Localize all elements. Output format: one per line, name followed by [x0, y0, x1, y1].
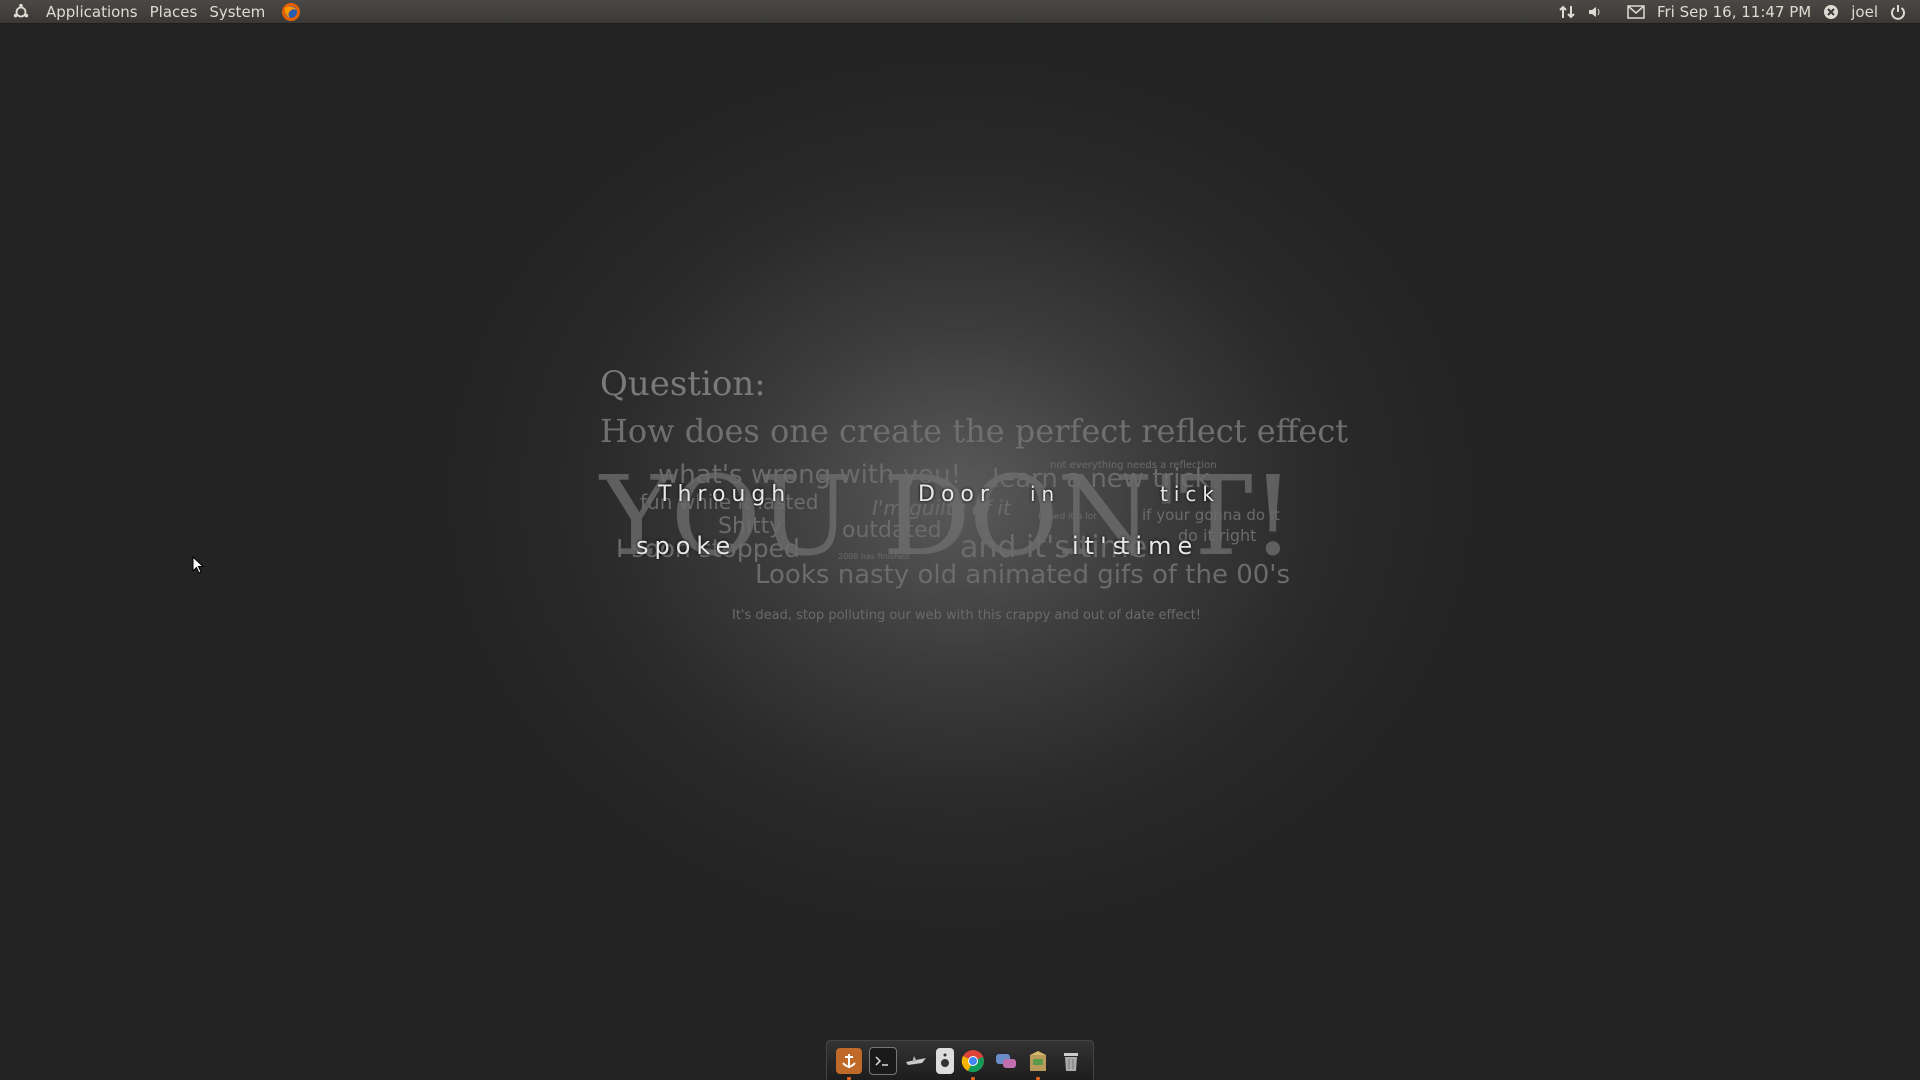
terminal-icon[interactable]: [868, 1046, 897, 1075]
panel-left: Applications Places System: [0, 0, 307, 24]
volume-icon[interactable]: [1587, 4, 1603, 20]
desktop: Question: How does one create the perfec…: [0, 24, 1920, 1080]
user-status-icon[interactable]: [1823, 4, 1839, 20]
page-content: Question: How does one create the perfec…: [600, 334, 1348, 634]
highlight-word: Through: [658, 482, 792, 507]
highlight-word: spoke: [636, 532, 737, 560]
question-text: How does one create the perfect reflect …: [600, 412, 1349, 450]
question-label: Question:: [600, 364, 766, 404]
speaker-icon[interactable]: [935, 1047, 954, 1074]
menu-applications[interactable]: Applications: [40, 0, 144, 24]
running-indicator: [847, 1076, 852, 1080]
menu-places[interactable]: Places: [144, 0, 204, 24]
menu-system[interactable]: System: [203, 0, 271, 24]
highlight-word: time: [1120, 532, 1199, 560]
running-indicator: [1036, 1076, 1041, 1080]
chat-icon[interactable]: [993, 1048, 1019, 1074]
highlight-word: in: [1030, 482, 1061, 506]
dock: [826, 1040, 1094, 1080]
word-phrase: I used it a lot: [1038, 512, 1097, 522]
panel-right: Fri Sep 16, 11:47 PM joel: [1553, 0, 1920, 24]
firefox-icon[interactable]: [277, 2, 301, 22]
anchor-icon[interactable]: [836, 1047, 863, 1080]
mail-icon[interactable]: [1627, 4, 1645, 19]
box-icon[interactable]: [1025, 1048, 1051, 1080]
word-phrase: outdated: [842, 518, 942, 543]
mouse-cursor-icon: [192, 556, 204, 574]
network-icon[interactable]: [1559, 4, 1575, 20]
word-phrase: if your gonna do it: [1142, 506, 1280, 524]
running-indicator: [971, 1076, 976, 1080]
chrome-icon[interactable]: [960, 1048, 986, 1080]
airplane-icon[interactable]: [903, 1048, 929, 1074]
trash-icon[interactable]: [1058, 1048, 1084, 1074]
highlight-word: tick: [1160, 482, 1220, 506]
word-phrase: not everything needs a reflection: [1050, 460, 1217, 471]
power-icon[interactable]: [1890, 4, 1906, 20]
highlight-word: Door: [918, 482, 995, 507]
ubuntu-logo-icon[interactable]: [12, 3, 34, 21]
clock[interactable]: Fri Sep 16, 11:47 PM: [1657, 0, 1811, 24]
word-phrase: Looks nasty old animated gifs of the 00'…: [755, 560, 1290, 590]
footer-text: It's dead, stop polluting our web with t…: [732, 608, 1201, 623]
word-phrase: 2008 has finished: [838, 552, 910, 561]
user-name[interactable]: joel: [1851, 0, 1878, 24]
top-panel: Applications Places System Fri Sep 16, 1…: [0, 0, 1920, 24]
